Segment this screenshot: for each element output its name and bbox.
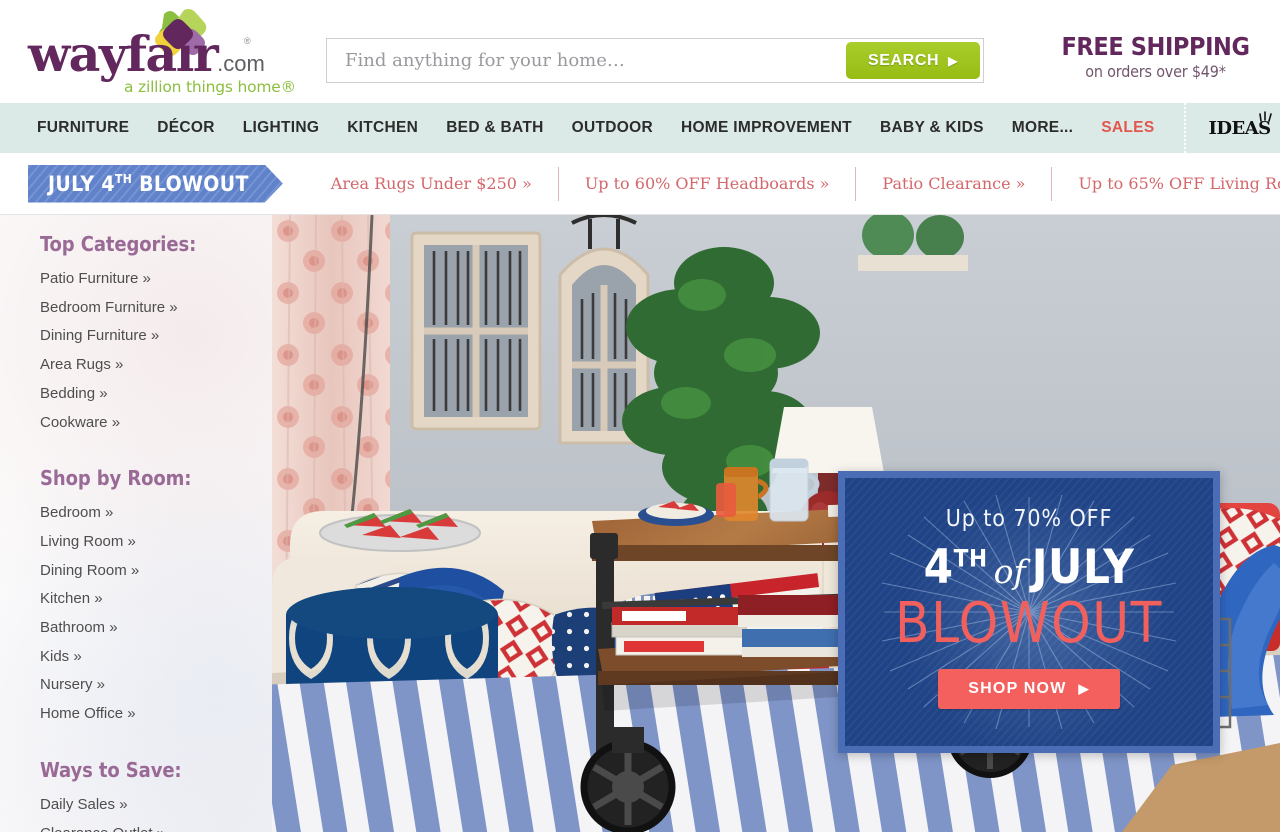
sidebar-item-bedding[interactable]: Bedding » (40, 380, 272, 409)
sidebar-item-patio-furniture[interactable]: Patio Furniture » (40, 265, 272, 294)
logo-tagline: a zillion things home® (124, 78, 296, 96)
search-input[interactable] (330, 42, 846, 79)
sidebar-item-clearance-outlet[interactable]: Clearance Outlet » (40, 820, 272, 832)
sidebar-item-bedroom[interactable]: Bedroom » (40, 499, 272, 528)
sidebar-heading-top-categories: Top Categories: (40, 232, 197, 256)
sidebar-item-dining-room[interactable]: Dining Room » (40, 557, 272, 586)
blowout-title: BLOWOUT (895, 591, 1163, 656)
nav-item-decor[interactable]: DÉCOR (157, 119, 214, 137)
search-button-label: SEARCH (867, 51, 940, 69)
sidebar-heading-ways-to-save: Ways to Save: (40, 757, 182, 782)
blowout-headline: 4TH of JULY (845, 544, 1213, 591)
site-header: wayfair.com ® a zillion things home® SEA… (0, 0, 1280, 103)
nav-item-kitchen[interactable]: KITCHEN (347, 119, 418, 137)
sidebar-item-kids[interactable]: Kids » (40, 643, 272, 672)
nav-item-bed-and-bath[interactable]: BED & BATH (446, 119, 543, 137)
pennant-label: JULY 4TH BLOWOUT (48, 172, 249, 196)
blowout-of: of (993, 552, 1026, 591)
promo-link-patio[interactable]: Patio Clearance » (856, 174, 1051, 193)
sidebar-item-kitchen[interactable]: Kitchen » (40, 585, 272, 614)
search-button[interactable]: SEARCH ▶ (846, 42, 980, 79)
blowout-content: Up to 70% OFF 4TH of JULY BLOWOUT SHOP NOW… (845, 506, 1213, 709)
sidebar-item-area-rugs[interactable]: Area Rugs » (40, 351, 272, 380)
shop-now-button[interactable]: SHOP NOW ▶ (938, 668, 1120, 709)
main-navigation: FURNITURE DÉCOR LIGHTING KITCHEN BED & B… (0, 103, 1280, 153)
sidebar-item-nursery[interactable]: Nursery » (40, 671, 272, 700)
sidebar-item-living-room[interactable]: Living Room » (40, 528, 272, 557)
site-logo[interactable]: wayfair.com ® a zillion things home® (28, 8, 308, 96)
pennant-pre: JULY 4 (48, 171, 115, 196)
page-body: Top Categories: Patio Furniture » Bedroo… (0, 215, 1280, 832)
blowout-number-suffix: TH (953, 544, 988, 573)
shop-now-caret-icon: ▶ (1078, 680, 1090, 696)
search-caret-icon: ▶ (948, 53, 958, 68)
nav-item-outdoor[interactable]: OUTDOOR (572, 119, 653, 137)
promo-link-headboards[interactable]: Up to 60% OFF Headboards » (559, 174, 856, 193)
logo-domain: .com (217, 51, 265, 76)
nav-divider (1184, 103, 1187, 153)
pennant-sup: TH (114, 171, 133, 186)
nav-item-home-improvement[interactable]: HOME IMPROVEMENT (681, 119, 852, 137)
pennant-post: BLOWOUT (132, 171, 249, 196)
promo-link-living-room[interactable]: Up to 65% OFF Living Room » (1052, 174, 1280, 193)
free-shipping-subline: on orders over $49* (1085, 62, 1226, 82)
promo-links-list: Area Rugs Under $250 » Up to 60% OFF Hea… (305, 166, 1280, 201)
sparkle-icon (1258, 106, 1274, 122)
promo-bar: JULY 4TH BLOWOUT Area Rugs Under $250 » … (0, 153, 1280, 215)
logo-name: wayfair (28, 25, 219, 83)
sidebar-item-bedroom-furniture[interactable]: Bedroom Furniture » (40, 294, 272, 323)
blowout-eyebrow: Up to 70% OFF (945, 506, 1113, 532)
nav-item-sales[interactable]: SALES (1101, 119, 1154, 137)
free-shipping-promo: FREE SHIPPING on orders over $49* (1053, 32, 1258, 82)
blowout-month: JULY (1031, 540, 1135, 595)
logo-registered-mark: ® (244, 36, 251, 46)
sidebar-heading-shop-by-room: Shop by Room: (40, 466, 192, 491)
sidebar-item-dining-furniture[interactable]: Dining Furniture » (40, 322, 272, 351)
nav-item-baby-and-kids[interactable]: BABY & KIDS (880, 119, 984, 137)
sidebar-item-home-office[interactable]: Home Office » (40, 700, 272, 729)
blowout-promo-overlay[interactable]: Up to 70% OFF 4TH of JULY BLOWOUT SHOP NOW… (838, 471, 1220, 753)
promo-link-area-rugs[interactable]: Area Rugs Under $250 » (305, 174, 558, 193)
logo-wordmark: wayfair.com (28, 30, 265, 79)
nav-item-lighting[interactable]: LIGHTING (243, 119, 319, 137)
shop-now-label: SHOP NOW (968, 679, 1067, 697)
sidebar-item-cookware[interactable]: Cookware » (40, 409, 272, 438)
search-bar[interactable]: SEARCH ▶ (326, 38, 984, 83)
free-shipping-headline: FREE SHIPPING (1061, 32, 1250, 61)
nav-item-ideas[interactable]: IDEAS (1208, 110, 1272, 139)
blowout-number: 4 (923, 540, 954, 595)
category-sidebar: Top Categories: Patio Furniture » Bedroo… (0, 215, 272, 832)
sidebar-item-daily-sales[interactable]: Daily Sales » (40, 791, 272, 820)
sidebar-item-bathroom[interactable]: Bathroom » (40, 614, 272, 643)
nav-item-more[interactable]: MORE... (1012, 119, 1074, 137)
nav-item-furniture[interactable]: FURNITURE (37, 119, 129, 137)
july-4th-blowout-pennant[interactable]: JULY 4TH BLOWOUT (28, 165, 283, 203)
